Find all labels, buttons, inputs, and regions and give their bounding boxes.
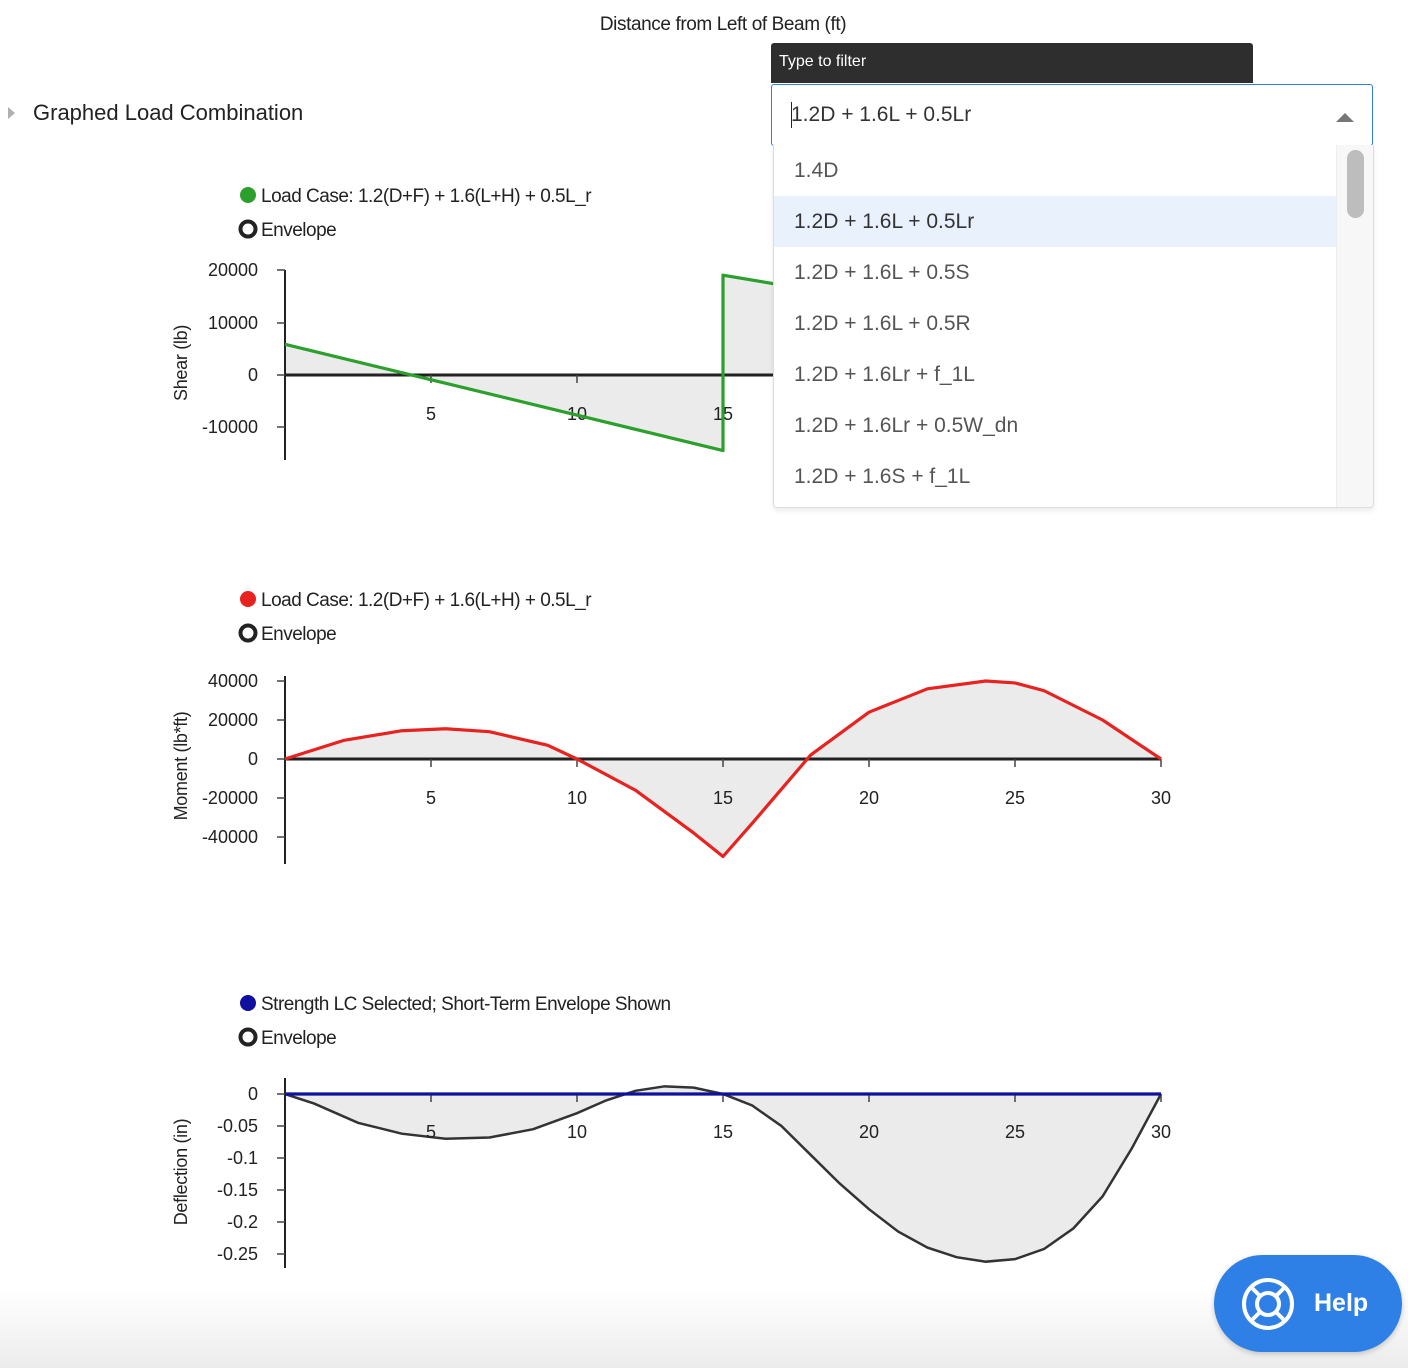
menu-option-selected[interactable]: 1.2D + 1.6L + 0.5Lr <box>774 196 1337 247</box>
legend-label: Strength LC Selected; Short-Term Envelop… <box>261 994 671 1015</box>
envelope-fill <box>285 1086 1161 1262</box>
menu-option[interactable]: 1.2D + 1.6L + 0.5S <box>774 247 1337 298</box>
chevron-up-icon[interactable] <box>1336 113 1354 122</box>
selected-load-combination[interactable]: 1.2D + 1.6L + 0.5Lr <box>791 103 971 127</box>
y-tick-label: -10000 <box>202 417 258 437</box>
load-combination-menu[interactable]: 1.4D 1.2D + 1.6L + 0.5Lr 1.2D + 1.6L + 0… <box>773 145 1374 508</box>
y-tick-label: -0.1 <box>227 1148 258 1168</box>
menu-option[interactable]: 1.2D + 1.6S + f_1L <box>774 451 1337 502</box>
help-button[interactable]: Help <box>1214 1255 1402 1352</box>
y-tick-label: 10000 <box>208 313 258 333</box>
filter-tooltip: Type to filter <box>771 43 1253 83</box>
menu-option[interactable]: 1.4D <box>774 145 1337 196</box>
menu-option[interactable]: 1.2D + 1.6Lr + 0.5W_dn <box>774 400 1337 451</box>
x-tick-label: 25 <box>1005 788 1025 808</box>
y-tick-label: 0 <box>248 365 258 385</box>
y-tick-label: 0 <box>248 749 258 769</box>
legend-ring-marker <box>238 219 258 239</box>
legend-ring-marker <box>238 1027 258 1047</box>
y-tick-label: -0.25 <box>217 1244 258 1264</box>
x-tick-label: 5 <box>426 404 436 424</box>
x-tick-label: 10 <box>567 788 587 808</box>
menu-scrollbar[interactable] <box>1336 145 1373 507</box>
y-axis-title: Deflection (in) <box>171 1119 191 1226</box>
x-tick-label: 25 <box>1005 1122 1025 1142</box>
legend-label: Load Case: 1.2(D+F) + 1.6(L+H) + 0.5L_r <box>261 186 592 207</box>
menu-option[interactable]: 1.2D + 1.6Lr + f_1L <box>774 349 1337 400</box>
y-tick-label: 40000 <box>208 671 258 691</box>
y-axis-title: Moment (lb*ft) <box>171 712 191 821</box>
x-tick-label: 15 <box>713 1122 733 1142</box>
x-tick-label: 30 <box>1151 788 1171 808</box>
x-tick-label: 15 <box>713 788 733 808</box>
y-tick-label: -40000 <box>202 827 258 847</box>
x-tick-label: 30 <box>1151 1122 1171 1142</box>
x-tick-label: 10 <box>567 1122 587 1142</box>
y-tick-label: 20000 <box>208 710 258 730</box>
x-tick-label: 5 <box>426 1122 436 1142</box>
y-tick-label: -0.05 <box>217 1116 258 1136</box>
load-combination-select[interactable]: 1.2D + 1.6L + 0.5Lr <box>771 84 1373 146</box>
x-tick-label: 5 <box>426 788 436 808</box>
bottom-fade <box>0 1290 1408 1368</box>
y-tick-label: -0.2 <box>227 1212 258 1232</box>
lifebuoy-icon <box>1242 1277 1294 1330</box>
legend-dot-marker <box>240 591 256 607</box>
y-tick-label: -20000 <box>202 788 258 808</box>
y-tick-label: 0 <box>248 1084 258 1104</box>
x-tick-label: 20 <box>859 1122 879 1142</box>
menu-option[interactable]: 1.2D + 1.6L + 0.5R <box>774 298 1337 349</box>
legend-label: Envelope <box>261 220 336 241</box>
legend-label: Load Case: 1.2(D+F) + 1.6(L+H) + 0.5L_r <box>261 590 592 611</box>
help-label[interactable]: Help <box>1314 1289 1368 1318</box>
y-tick-label: 20000 <box>208 260 258 280</box>
menu-scroll-thumb[interactable] <box>1347 150 1364 218</box>
y-axis-title: Shear (lb) <box>171 325 191 401</box>
legend-dot-marker <box>240 187 256 203</box>
legend-label: Envelope <box>261 624 336 645</box>
envelope-fill <box>285 681 1161 857</box>
legend-ring-marker <box>238 623 258 643</box>
x-tick-label: 20 <box>859 788 879 808</box>
legend-label: Envelope <box>261 1028 336 1049</box>
legend-dot-marker <box>240 995 256 1011</box>
y-tick-label: -0.15 <box>217 1180 258 1200</box>
